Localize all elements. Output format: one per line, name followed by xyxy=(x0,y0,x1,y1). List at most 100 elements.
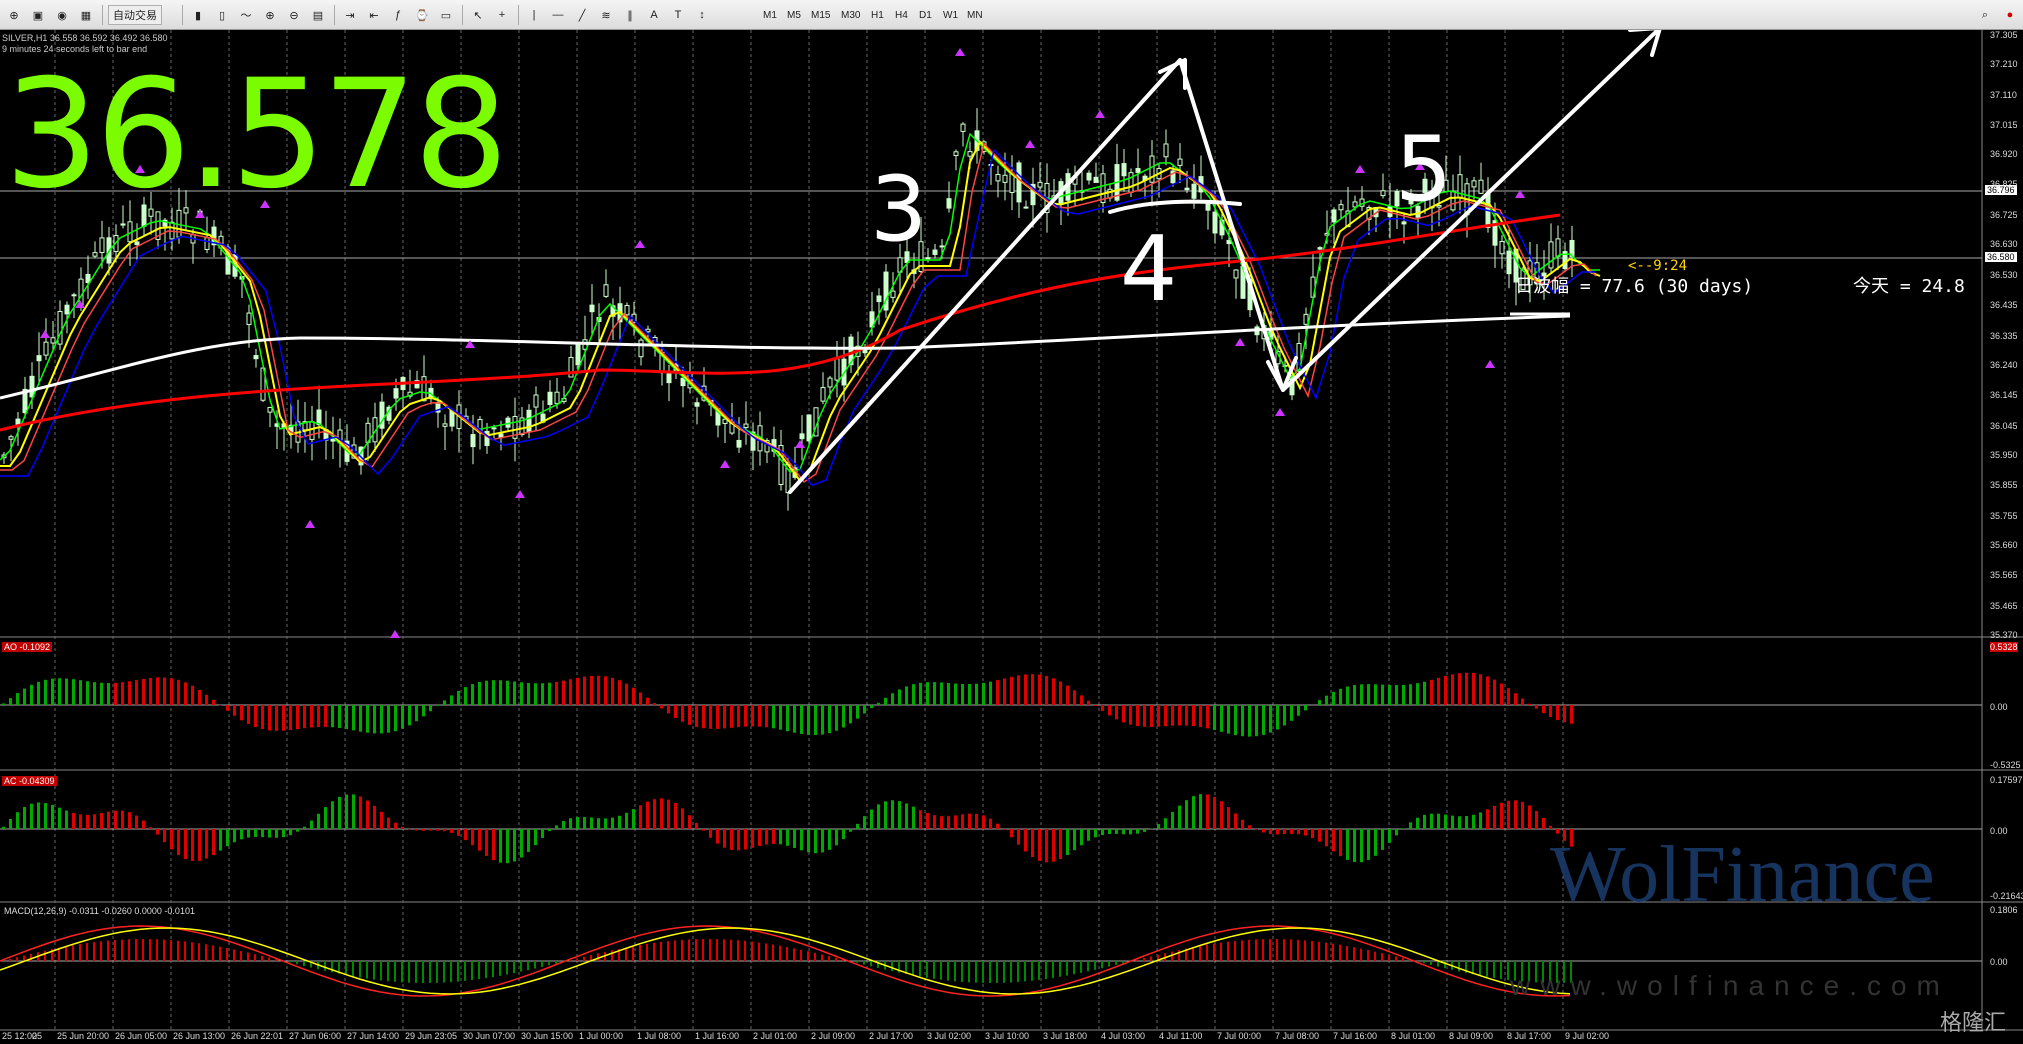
ao-bar xyxy=(1157,705,1160,727)
ao-bar xyxy=(1220,705,1223,732)
arrows-icon[interactable]: ↕ xyxy=(692,5,712,25)
macd-bar xyxy=(870,961,872,967)
channel-icon[interactable]: ∥ xyxy=(620,5,640,25)
macd-bar xyxy=(191,942,193,961)
macd-bar xyxy=(646,943,648,961)
ac-bar xyxy=(1444,814,1447,829)
templates-icon[interactable]: ▭ xyxy=(436,5,456,25)
ac-bar xyxy=(695,822,698,829)
ao-bar xyxy=(65,678,68,705)
zoom-in-icon[interactable]: ⊕ xyxy=(260,5,280,25)
ao-bar xyxy=(751,705,754,727)
ao-bar xyxy=(912,684,915,705)
ao-bar xyxy=(1087,700,1090,705)
tile-icon[interactable]: ▤ xyxy=(308,5,328,25)
notification-icon[interactable]: ● xyxy=(2000,5,2020,25)
market-watch-icon[interactable]: ◉ xyxy=(52,5,72,25)
ao-bar xyxy=(590,675,593,705)
ac-bar xyxy=(380,811,383,829)
ao-bar xyxy=(1570,705,1573,724)
candle-body xyxy=(134,241,140,246)
macd-bar xyxy=(107,940,109,961)
time-axis-label: 30 Jun 07:00 xyxy=(463,1031,516,1041)
label-icon[interactable]: T xyxy=(668,5,688,25)
bar-chart-icon[interactable]: ▮ xyxy=(188,5,208,25)
timeframe-d1[interactable]: D1 xyxy=(916,5,935,25)
ac-bar xyxy=(1108,829,1111,835)
ao-bar xyxy=(548,682,551,705)
ao-bar xyxy=(1507,688,1510,705)
line-chart-icon[interactable]: 〜 xyxy=(236,5,256,25)
ac-bar xyxy=(1486,809,1489,829)
daily-range: 日波幅 = 77.6 (30 days) xyxy=(1515,276,1754,297)
macd-bar xyxy=(751,941,753,961)
ao-bar xyxy=(1500,683,1503,705)
timeframe-m1[interactable]: M1 xyxy=(760,5,780,25)
ao-bar xyxy=(1080,695,1083,705)
price-axis-label: 37.210 xyxy=(1990,59,2018,70)
ao-bar xyxy=(1465,672,1468,705)
trendline-icon[interactable]: ╱ xyxy=(572,5,592,25)
ao-bar xyxy=(1297,705,1300,716)
macd-bar xyxy=(1325,942,1327,961)
ao-bar xyxy=(1164,705,1167,727)
candle-body xyxy=(57,310,63,345)
candle-body xyxy=(645,328,651,333)
macd-bar xyxy=(268,957,270,961)
macd-bar xyxy=(380,961,382,981)
macd-bar xyxy=(989,961,991,983)
ao-bar xyxy=(772,705,775,729)
cursor-icon[interactable]: ↖ xyxy=(468,5,488,25)
ao-bar xyxy=(1108,705,1111,716)
candle-chart-icon[interactable]: ▯ xyxy=(212,5,232,25)
macd-bar xyxy=(863,961,865,965)
timeframe-h4[interactable]: H4 xyxy=(892,5,911,25)
timeframe-w1[interactable]: W1 xyxy=(940,5,961,25)
wave-label: 5 xyxy=(1395,117,1452,222)
timeframe-mn[interactable]: MN xyxy=(964,5,986,25)
zoom-out-icon[interactable]: ⊖ xyxy=(284,5,304,25)
ac-bar xyxy=(191,829,194,862)
ac-bar xyxy=(282,829,285,838)
indicators-icon[interactable]: ƒ xyxy=(388,5,408,25)
macd-bar xyxy=(653,942,655,961)
macd-bar xyxy=(1395,956,1397,961)
text-icon[interactable]: A xyxy=(644,5,664,25)
ac-bar xyxy=(1276,829,1279,835)
vertical-line-icon[interactable]: | xyxy=(524,5,544,25)
timeframe-h1[interactable]: H1 xyxy=(868,5,887,25)
ac-bar xyxy=(1192,796,1195,829)
navigator-icon[interactable]: ▦ xyxy=(76,5,96,25)
fractal-marker xyxy=(40,330,50,338)
timeframe-m15[interactable]: M15 xyxy=(808,5,833,25)
periods-icon[interactable]: ⌚ xyxy=(412,5,432,25)
crosshair-icon[interactable]: + xyxy=(492,5,512,25)
new-order-icon[interactable]: ⊕ xyxy=(4,5,24,25)
timeframe-m5[interactable]: M5 xyxy=(784,5,804,25)
ac-bar xyxy=(1465,816,1468,829)
ac-bar xyxy=(177,829,180,856)
profiles-icon[interactable]: ▣ xyxy=(28,5,48,25)
ac-bar xyxy=(1472,814,1475,829)
auto-trade-button[interactable]: 自动交易 xyxy=(108,5,162,25)
macd-bar xyxy=(940,961,942,980)
ac-bar xyxy=(835,829,838,846)
candle-body xyxy=(316,409,322,426)
time-axis-label: 27 Jun 06:00 xyxy=(289,1031,342,1041)
chart-shift-icon[interactable]: ⇤ xyxy=(364,5,384,25)
ac-bar xyxy=(1304,829,1307,836)
macd-bar xyxy=(1199,945,1201,961)
ao-bar xyxy=(198,689,201,705)
ac-bar xyxy=(142,820,145,829)
candle-body xyxy=(50,337,56,344)
horizontal-line-icon[interactable]: — xyxy=(548,5,568,25)
ac-bar xyxy=(338,796,341,829)
autoscroll-icon[interactable]: ⇥ xyxy=(340,5,360,25)
ac-bar xyxy=(961,814,964,829)
macd-bar xyxy=(520,961,522,972)
fibo-icon[interactable]: ≋ xyxy=(596,5,616,25)
timeframe-m30[interactable]: M30 xyxy=(838,5,863,25)
macd-bar xyxy=(1339,944,1341,961)
ac-bar xyxy=(1318,829,1321,842)
search-icon[interactable]: ⌕ xyxy=(1975,5,1995,25)
